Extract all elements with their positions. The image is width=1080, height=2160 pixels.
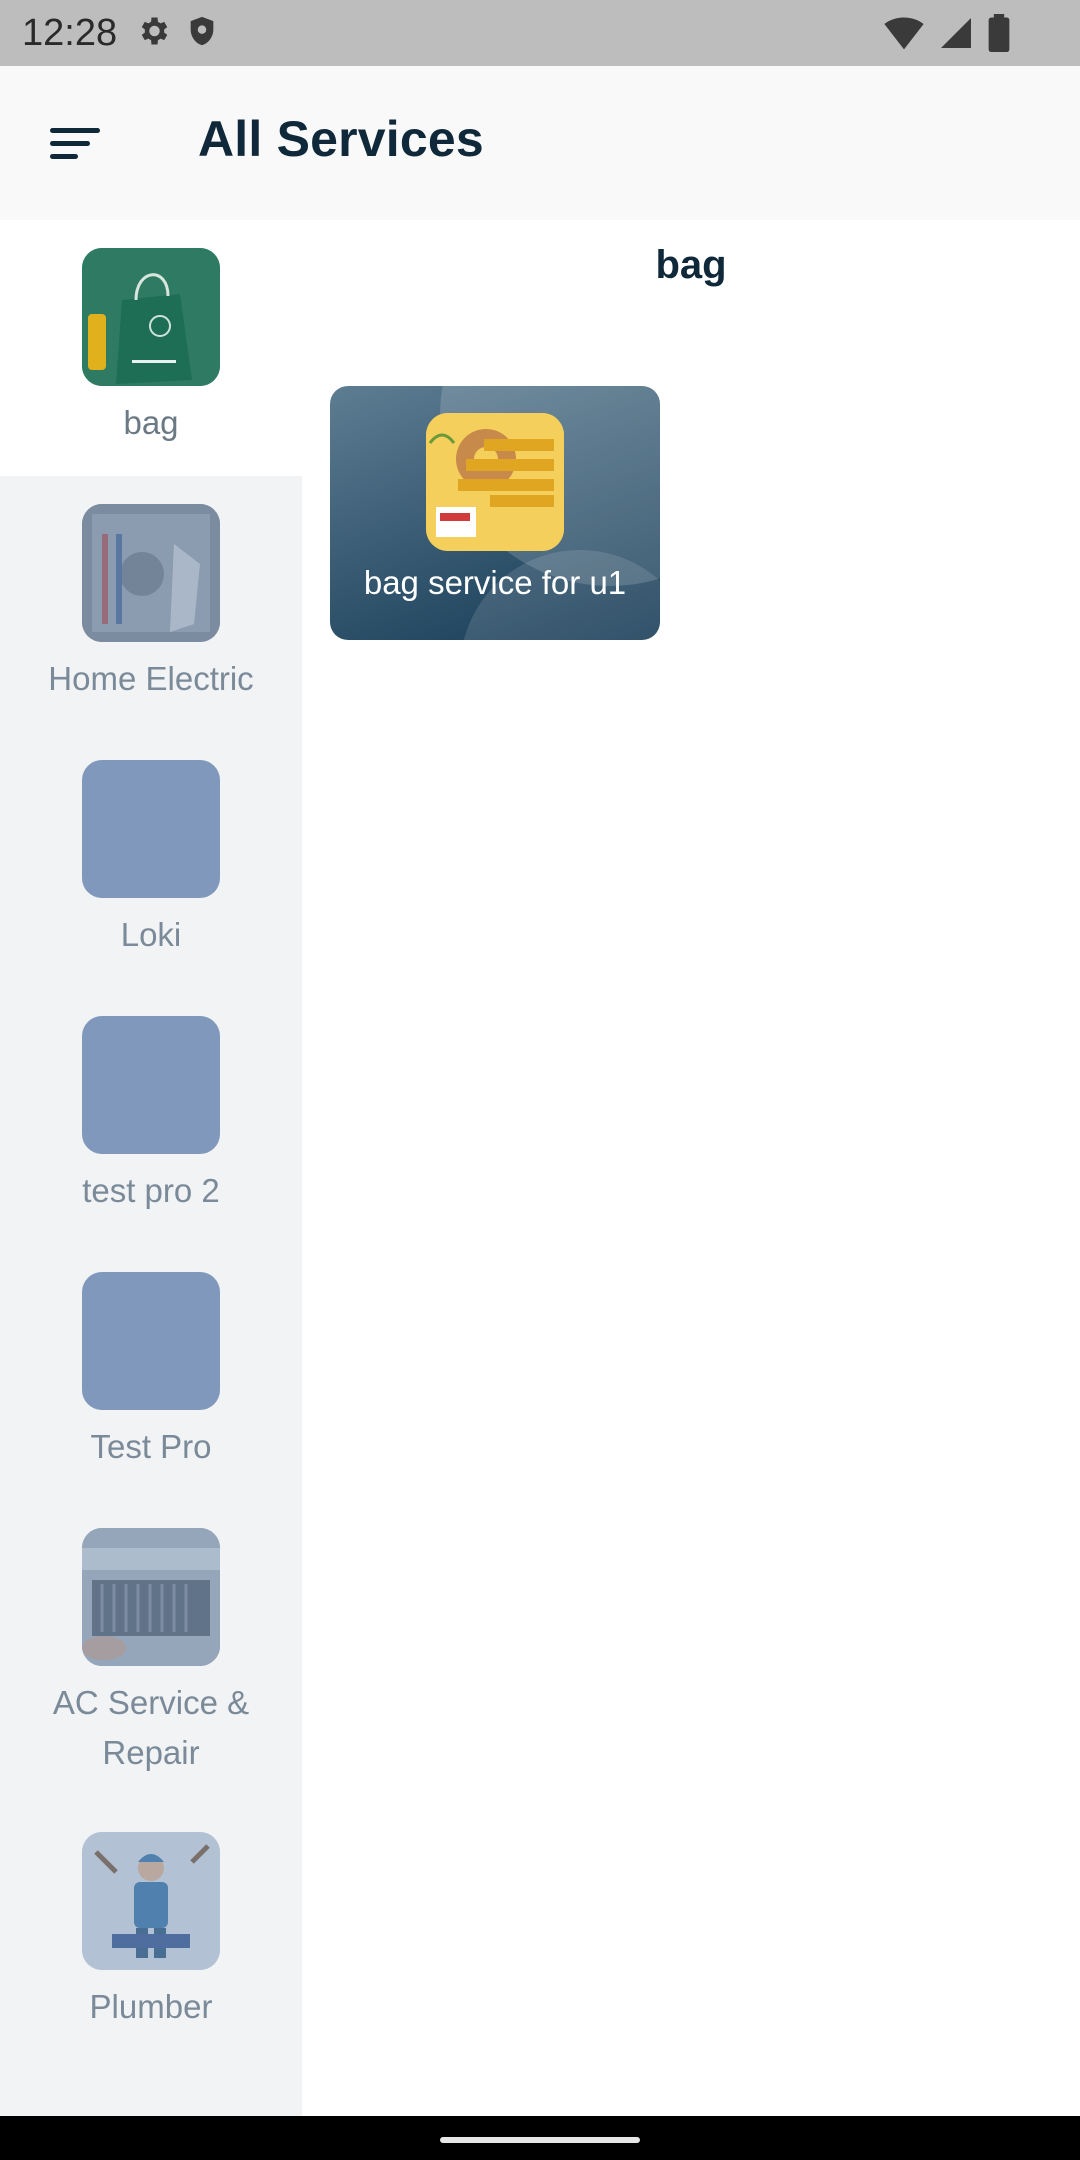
sidebar-item-bag[interactable]: bag — [0, 220, 302, 476]
service-card-label: bag service for u1 — [363, 564, 627, 601]
sidebar-item-label: AC Service & Repair — [52, 1684, 250, 1771]
test-pro-2-thumbnail — [82, 1016, 220, 1154]
gear-icon — [135, 13, 171, 54]
sidebar-item-label: Home Electric — [48, 660, 254, 697]
sidebar-item-test-pro-2[interactable]: test pro 2 — [0, 988, 302, 1244]
sidebar-item-plumber[interactable]: Plumber — [0, 1804, 302, 2060]
home-gesture-handle[interactable] — [440, 2137, 640, 2143]
bag-thumbnail — [82, 248, 220, 386]
wifi-icon — [884, 15, 924, 56]
ac-service-thumbnail — [82, 1528, 220, 1666]
status-bar: 12:28 — [0, 0, 1080, 66]
sidebar-item-label: test pro 2 — [82, 1172, 220, 1209]
page-title: All Services — [198, 111, 484, 167]
plumber-thumbnail — [82, 1832, 220, 1970]
system-nav-bar — [0, 2116, 1080, 2160]
sidebar-item-test-pro[interactable]: Test Pro — [0, 1244, 302, 1500]
home-electric-thumbnail — [82, 504, 220, 642]
sort-menu-icon[interactable] — [48, 124, 104, 164]
sidebar-item-label: bag — [123, 404, 179, 441]
app-bar: All Services — [0, 66, 1080, 220]
battery-icon — [988, 14, 1010, 57]
category-sidebar: bag Home Electric Loki test pro 2 Test P… — [0, 220, 302, 2116]
loki-thumbnail — [82, 760, 220, 898]
sidebar-item-loki[interactable]: Loki — [0, 732, 302, 988]
status-time: 12:28 — [22, 11, 118, 54]
shield-icon — [185, 13, 219, 54]
sidebar-item-label: Loki — [120, 916, 182, 953]
service-card[interactable]: bag service for u1 — [330, 386, 660, 640]
sidebar-item-home-electric[interactable]: Home Electric — [0, 476, 302, 732]
test-pro-thumbnail — [82, 1272, 220, 1410]
service-thumbnail — [426, 413, 564, 551]
sidebar-item-label: Plumber — [89, 1988, 213, 2025]
sidebar-item-ac-service[interactable]: AC Service & Repair — [0, 1500, 302, 1804]
section-title: bag — [655, 243, 727, 287]
signal-icon — [938, 15, 974, 56]
sidebar-item-label: Test Pro — [90, 1428, 212, 1465]
